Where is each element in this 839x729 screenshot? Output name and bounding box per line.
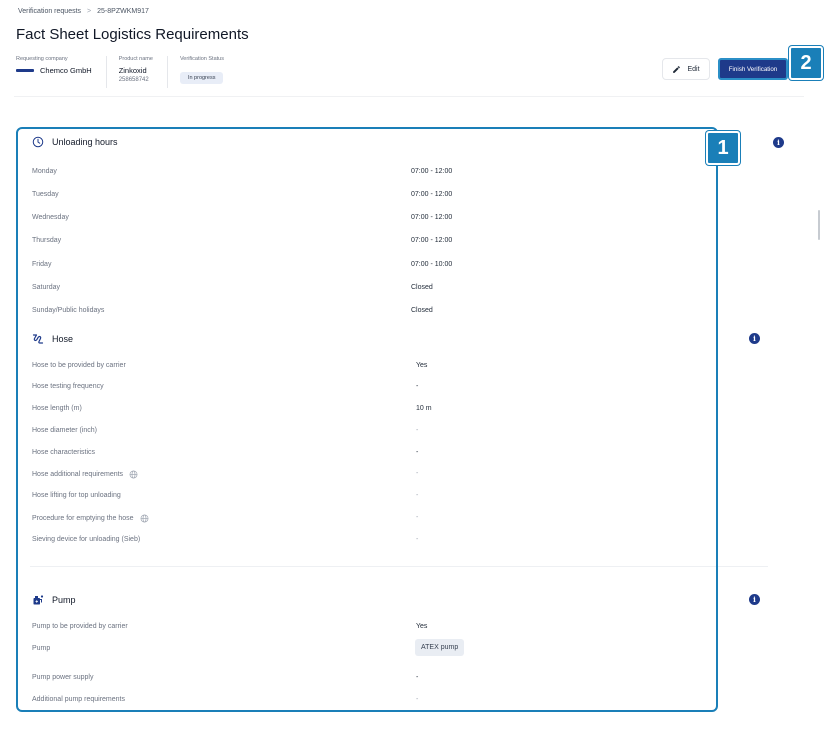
info-icon[interactable]: i [773, 137, 784, 148]
info-icon[interactable]: i [749, 594, 760, 605]
callout-badge-2: 2 [789, 46, 823, 80]
breadcrumb-separator: > [87, 8, 92, 15]
callout-badge-1: 1 [706, 131, 740, 165]
status-badge: In progress [179, 72, 224, 84]
info-icon[interactable]: i [749, 333, 760, 344]
company-info: Requesting company Chemco GmbH [16, 56, 107, 88]
product-info: Product name Zinkoxid 258658742 [119, 56, 168, 88]
scrollbar-thumb[interactable] [818, 210, 820, 240]
breadcrumb-parent[interactable]: Verification requests [18, 8, 81, 15]
product-id: 258658742 [118, 77, 149, 83]
highlight-box [16, 127, 718, 712]
edit-label: Edit [687, 65, 700, 73]
company-logo-icon [16, 69, 34, 72]
breadcrumb: Verification requests > 25-8PZWKM917 [18, 8, 149, 15]
company-label: Requesting company [16, 56, 68, 62]
product-name: Zinkoxid [118, 66, 147, 75]
status-label: Verification Status [179, 56, 224, 62]
page-title: Fact Sheet Logistics Requirements [16, 26, 249, 43]
breadcrumb-current: 25-8PZWKM917 [97, 8, 149, 15]
request-meta: Requesting company Chemco GmbH Product n… [16, 56, 250, 88]
status-info: Verification Status In progress [179, 56, 238, 88]
product-label: Product name [118, 56, 153, 62]
finish-verification-button[interactable]: Finish Verification [718, 58, 788, 80]
company-name: Chemco GmbH [40, 66, 92, 75]
edit-button[interactable]: Edit [662, 58, 710, 80]
pencil-icon [673, 65, 681, 73]
